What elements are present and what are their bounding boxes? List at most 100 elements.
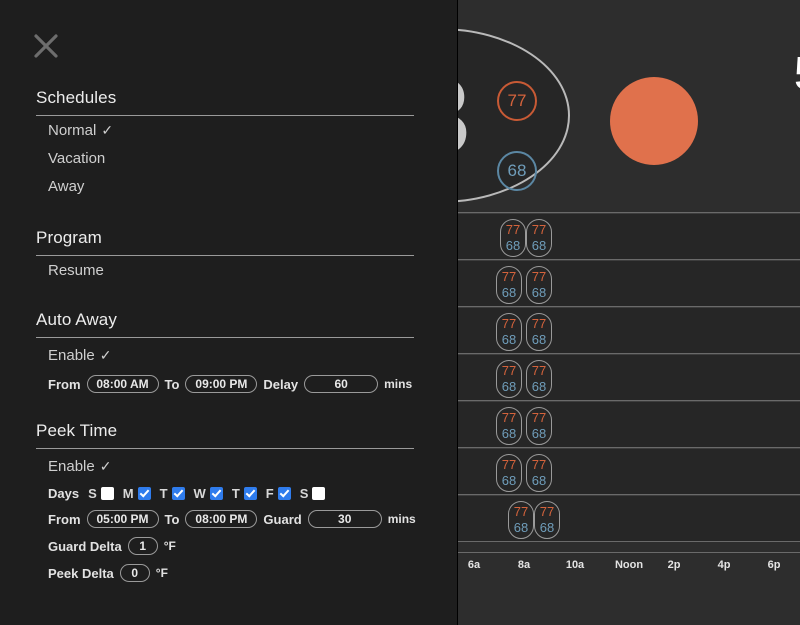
- peek-time-guard-input[interactable]: 30: [307, 510, 382, 528]
- peek-time-guard-unit: mins: [387, 512, 416, 526]
- pill-high-value: 77: [501, 268, 517, 284]
- setpoint-pill-group: 77 68 77 68: [496, 360, 552, 398]
- setpoint-pill[interactable]: 77 68: [526, 360, 552, 398]
- day-cell-3: W: [194, 486, 223, 501]
- program-option-label: Resume: [48, 262, 104, 279]
- setpoint-pill[interactable]: 77 68: [496, 454, 522, 492]
- setpoint-pill[interactable]: 77 68: [496, 266, 522, 304]
- pill-low-value: 68: [531, 473, 547, 488]
- setpoint-pill[interactable]: 77 68: [534, 501, 560, 539]
- peek-time-from-label: From: [48, 511, 81, 527]
- auto-away-enable-toggle[interactable]: Enable ✓: [36, 338, 414, 366]
- pill-high-value: 77: [501, 409, 517, 425]
- weather-humidity: 62 %: [725, 102, 800, 119]
- day-checkbox-4[interactable]: [243, 487, 257, 500]
- pill-low-value: 68: [501, 332, 517, 347]
- pill-low-value: 68: [531, 426, 547, 441]
- setpoint-pill-group: 77 68 77 68: [496, 266, 552, 304]
- auto-away-delay-label: Delay: [263, 376, 299, 392]
- pill-high-value: 77: [531, 409, 547, 425]
- guard-delta-label: Guard Delta: [48, 538, 122, 554]
- peek-time-to-input[interactable]: 08:00 PM: [185, 510, 258, 528]
- auto-away-to-input[interactable]: 09:00 PM: [185, 375, 258, 393]
- setpoint-pill[interactable]: 77 68: [508, 501, 534, 539]
- day-checkbox-group: SMTWTFS: [88, 486, 334, 501]
- peek-time-days-row: Days S M T W T F S: [36, 486, 414, 501]
- day-label: M: [122, 486, 134, 501]
- peek-time-time-row: From 05:00 PM To 08:00 PM Guard 30 mins: [36, 510, 416, 528]
- peek-time-enable-label: Enable: [48, 458, 95, 475]
- section-title-peek-time: Peek Time: [36, 421, 414, 449]
- day-label: T: [231, 486, 240, 501]
- pill-low-value: 68: [501, 379, 517, 394]
- setpoint-pill[interactable]: 77 68: [526, 454, 552, 492]
- peek-time-from-input[interactable]: 05:00 PM: [86, 510, 159, 528]
- day-cell-2: T: [160, 486, 185, 501]
- section-peek-time: Peek Time Enable ✓ Days S M T W T F S From 05:0…: [36, 421, 416, 582]
- day-cell-0: S: [88, 486, 114, 501]
- pill-low-value: 68: [531, 379, 547, 394]
- day-label: S: [299, 486, 309, 501]
- day-checkbox-0[interactable]: [100, 487, 114, 500]
- setpoint-pill[interactable]: 77 68: [500, 219, 526, 257]
- pill-high-value: 77: [501, 362, 517, 378]
- setpoint-pill[interactable]: 77 68: [496, 313, 522, 351]
- day-cell-1: M: [123, 486, 151, 501]
- auto-away-delay-unit: mins: [384, 377, 413, 391]
- setpoint-pill[interactable]: 77 68: [526, 219, 552, 257]
- check-icon: ✓: [99, 458, 112, 474]
- pill-low-value: 68: [501, 473, 517, 488]
- section-title-program: Program: [36, 228, 414, 256]
- day-label: F: [265, 486, 274, 501]
- setpoint-pill-group: 77 68 77 68: [496, 407, 552, 445]
- setpoint-pill-group: 77 68 77 68: [508, 501, 560, 539]
- pill-low-value: 68: [505, 238, 521, 253]
- schedule-option-label: Vacation: [48, 150, 106, 167]
- pill-high-value: 77: [505, 221, 521, 237]
- weather-summary: 57 ° 62 % Clear s Berkele: [725, 50, 800, 168]
- pill-low-value: 68: [513, 520, 529, 535]
- setpoint-pill[interactable]: 77 68: [496, 360, 522, 398]
- schedule-option-label: Normal: [48, 122, 97, 139]
- setpoint-high-value: 77: [507, 91, 527, 110]
- setpoint-pill[interactable]: 77 68: [526, 407, 552, 445]
- close-icon[interactable]: [33, 33, 59, 59]
- setpoint-high-bubble[interactable]: 77: [497, 81, 537, 121]
- sidebar-item-away[interactable]: Away: [36, 172, 414, 200]
- setpoint-pill[interactable]: 77 68: [526, 266, 552, 304]
- auto-away-delay-input[interactable]: 60: [304, 375, 379, 393]
- time-tick-label: 8a: [517, 559, 531, 571]
- setpoint-low-value: 68: [507, 161, 527, 180]
- day-cell-5: F: [266, 486, 291, 501]
- sidebar-item-resume[interactable]: Resume: [36, 256, 414, 284]
- section-title-schedules: Schedules: [36, 88, 414, 116]
- day-label: T: [159, 486, 168, 501]
- day-checkbox-3[interactable]: [209, 487, 223, 500]
- settings-panel: Schedules Normal ✓ Vacation Away Program …: [0, 0, 458, 625]
- sidebar-item-normal[interactable]: Normal ✓: [36, 116, 414, 144]
- day-checkbox-5[interactable]: [277, 487, 291, 500]
- peek-time-enable-toggle[interactable]: Enable ✓: [36, 449, 414, 477]
- day-checkbox-6[interactable]: [312, 487, 326, 500]
- setpoint-pill[interactable]: 77 68: [496, 407, 522, 445]
- time-tick-label: 6p: [767, 559, 781, 571]
- peek-delta-input[interactable]: 0: [119, 564, 150, 582]
- section-program: Program Resume: [36, 228, 414, 284]
- weather-condition: Clear s: [725, 120, 800, 143]
- setpoint-low-bubble[interactable]: 68: [497, 151, 537, 191]
- pill-low-value: 68: [531, 332, 547, 347]
- pill-low-value: 68: [501, 285, 517, 300]
- weather-location: Berkele: [725, 152, 800, 168]
- pill-high-value: 77: [531, 221, 547, 237]
- pill-high-value: 77: [539, 503, 555, 519]
- day-checkbox-1[interactable]: [137, 487, 151, 500]
- sidebar-item-vacation[interactable]: Vacation: [36, 144, 414, 172]
- day-checkbox-2[interactable]: [171, 487, 185, 500]
- pill-high-value: 77: [531, 456, 547, 472]
- pill-low-value: 68: [531, 285, 547, 300]
- setpoint-pill-group: 77 68 77 68: [496, 454, 552, 492]
- setpoint-pill[interactable]: 77 68: [526, 313, 552, 351]
- auto-away-from-input[interactable]: 08:00 AM: [86, 375, 159, 393]
- guard-delta-input[interactable]: 1: [127, 537, 158, 555]
- auto-away-enable-label: Enable: [48, 347, 95, 364]
